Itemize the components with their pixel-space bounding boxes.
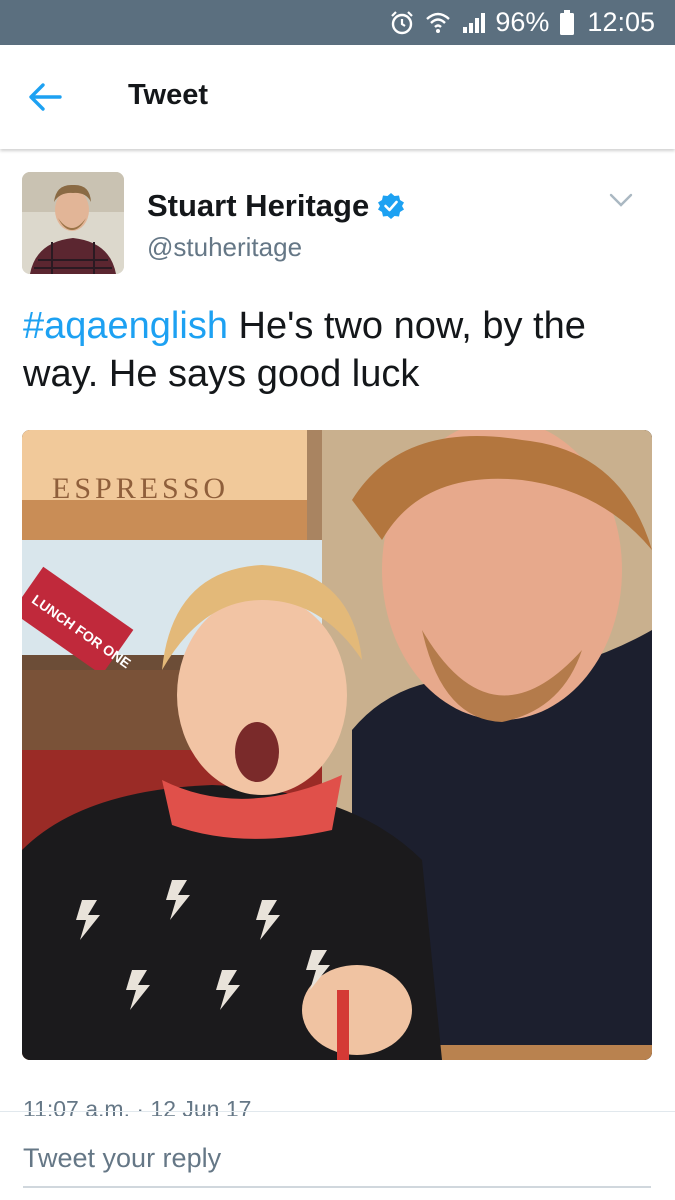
battery-percent: 96% <box>495 7 550 37</box>
chevron-down-icon <box>609 193 633 207</box>
alarm-icon <box>389 10 415 36</box>
author-avatar[interactable] <box>22 172 124 274</box>
espresso-sign-text: ESPRESSO <box>52 472 229 505</box>
app-bar: Tweet <box>0 45 675 149</box>
tweet-timestamp: 11:07 a.m. · 12 Jun 17 <box>23 1096 252 1116</box>
tweet-text: #aqaenglish He's two now, by the way. He… <box>23 302 653 398</box>
reply-input[interactable] <box>23 1130 651 1188</box>
tweet-menu-button[interactable] <box>608 190 634 210</box>
status-time: 12:05 <box>587 7 655 37</box>
author-name[interactable]: Stuart Heritage <box>147 188 405 224</box>
status-bar: 96% 12:05 <box>0 0 675 45</box>
back-button[interactable] <box>27 81 63 113</box>
tweet-photo[interactable]: ESPRESSO LUNCH FOR ONE <box>22 430 652 1060</box>
wifi-icon <box>425 11 451 35</box>
author-handle[interactable]: @stuheritage <box>147 232 302 263</box>
verified-badge-icon <box>378 193 405 219</box>
back-arrow-icon <box>29 83 62 111</box>
signal-icon <box>461 11 487 35</box>
page-title: Tweet <box>128 79 209 111</box>
author-name-text: Stuart Heritage <box>147 188 370 223</box>
hashtag-link[interactable]: #aqaenglish <box>23 305 228 347</box>
battery-icon <box>559 9 575 36</box>
divider <box>0 1111 675 1112</box>
